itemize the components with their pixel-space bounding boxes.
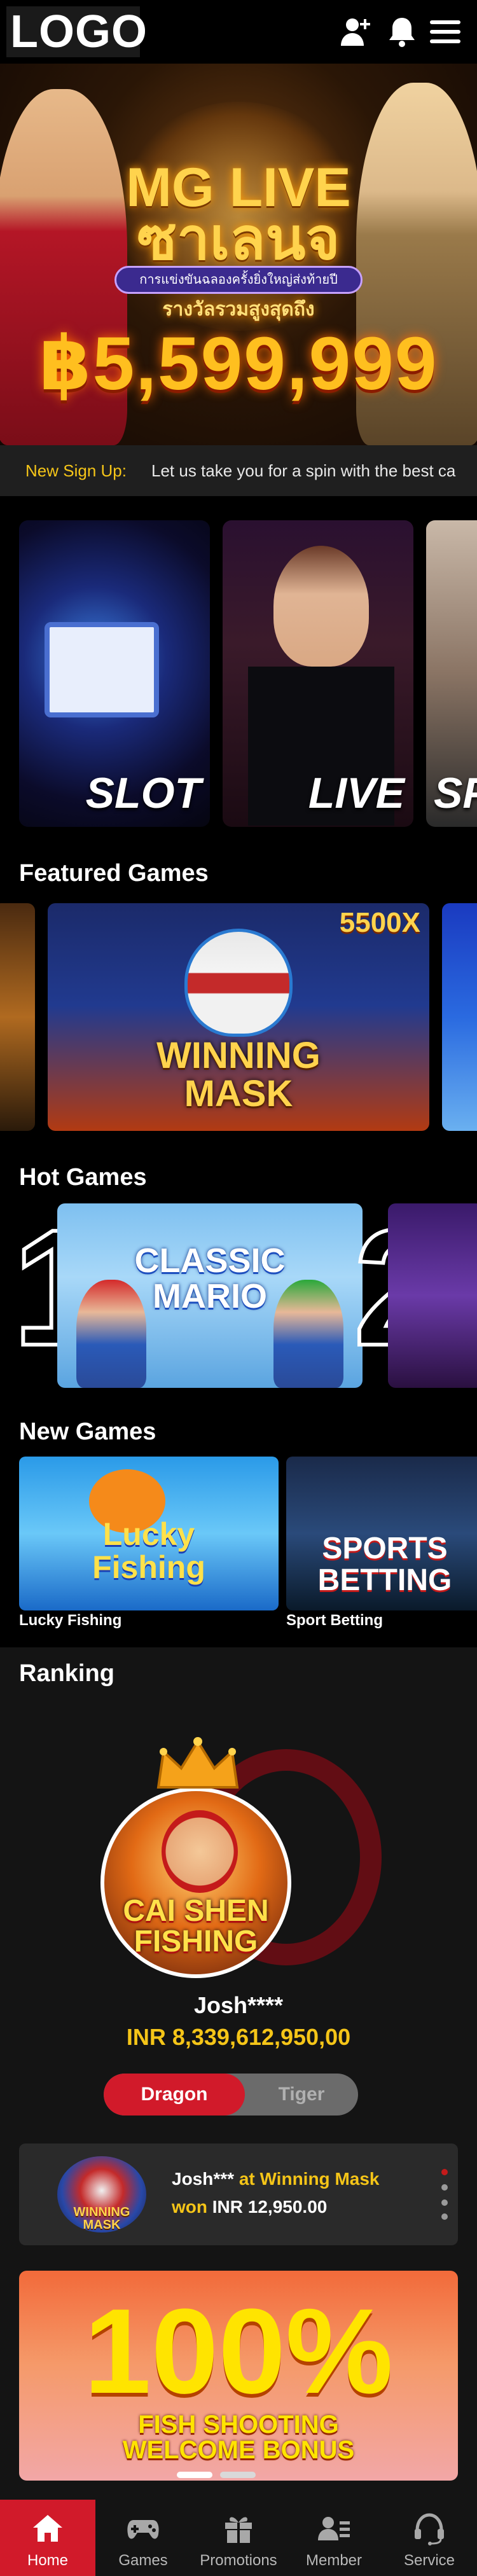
ranking-section: Ranking CAI SHEN FISHING Josh**** INR 8,… — [0, 1647, 477, 2500]
promo-banner[interactable]: 100% FISH SHOOTING WELCOME BONUS — [19, 2271, 458, 2481]
promo-line2: WELCOME BONUS — [122, 2436, 355, 2464]
featured-game-title-line1: WINNING — [156, 1035, 321, 1076]
hot-game-title: CLASSIC MARIO — [57, 1243, 363, 1314]
new-game-art-title: Lucky Fishing — [19, 1518, 279, 1584]
recent-win-won-label: won — [172, 2197, 207, 2217]
featured-game-title-line2: MASK — [184, 1073, 293, 1114]
recent-win-line1: Josh*** at Winning Mask — [172, 2169, 379, 2189]
home-icon — [33, 2515, 62, 2542]
category-tile-slot[interactable]: SLOT — [19, 520, 210, 827]
winner-amount: INR 8,339,612,950,00 — [126, 2024, 351, 2050]
new-game-sport-betting[interactable]: SPORTS BETTING — [286, 1457, 477, 1610]
gamepad-icon — [127, 2520, 159, 2539]
dragon-tiger-toggle[interactable]: Dragon Tiger — [104, 2074, 358, 2116]
recent-win-line2: won INR 12,950.00 — [172, 2197, 327, 2217]
recent-win-user: Josh*** — [172, 2169, 235, 2189]
hot-game-classic-mario[interactable]: CLASSIC MARIO — [57, 1203, 363, 1388]
new-game-label: Sport Betting — [286, 1612, 383, 1629]
nav-promotions[interactable]: Promotions — [191, 2500, 286, 2576]
new-game-art-line1: Lucky — [102, 1516, 195, 1552]
featured-game-winning-mask[interactable]: 5500X WINNING MASK — [48, 903, 429, 1131]
category-label: LIVE — [308, 769, 404, 817]
new-games-title: New Games — [19, 1418, 156, 1445]
nav-label: Member — [305, 2552, 363, 2569]
gift-icon — [225, 2517, 252, 2543]
caishen-art — [162, 1810, 238, 1893]
category-label: SP — [434, 769, 477, 817]
new-game-art-line1: SPORTS — [322, 1532, 448, 1565]
hot-game-second[interactable] — [388, 1203, 477, 1388]
more-options-icon[interactable] — [440, 2169, 449, 2220]
category-tile-sport[interactable]: SP — [426, 520, 477, 827]
top-header: LOGO — [0, 0, 477, 64]
marquee-label: New Sign Up: — [25, 461, 127, 480]
promo-subtitle: FISH SHOOTING WELCOME BONUS — [19, 2412, 458, 2463]
category-label: SLOT — [85, 769, 201, 817]
add-user-icon[interactable] — [338, 14, 374, 50]
promo-big-text: 100% — [84, 2284, 393, 2419]
winner-name: Josh**** — [193, 1992, 284, 2018]
new-game-lucky-fishing[interactable]: Lucky Fishing — [19, 1457, 279, 1610]
hot-game-title-line1: CLASSIC — [134, 1242, 286, 1280]
banner-subtitle: การแข่งขันฉลองครั้งยิ่งใหญ่ส่งท้ายปี — [114, 266, 363, 294]
slot-machine-art — [45, 622, 159, 717]
avatar-game-title-line1: CAI SHEN — [123, 1894, 269, 1928]
recent-win-card[interactable]: WINNING MASK Josh*** at Winning Mask won… — [19, 2143, 458, 2245]
nav-home[interactable]: Home — [0, 2500, 95, 2576]
nav-label: Home — [27, 2552, 69, 2569]
ranking-title: Ranking — [19, 1660, 114, 1687]
new-game-label: Lucky Fishing — [19, 1612, 122, 1629]
banner-prize-label: รางวัลรวมสูงสุดถึง — [162, 299, 315, 320]
hamburger-menu-icon[interactable] — [427, 14, 463, 50]
crown-icon — [156, 1737, 239, 1789]
bell-icon[interactable] — [384, 14, 420, 50]
banner-title-line2: ซาเลนจ — [137, 207, 340, 272]
nav-label: Service — [403, 2552, 455, 2569]
featured-game-title: WINNING MASK — [48, 1037, 429, 1113]
promo-dot-active[interactable] — [177, 2472, 212, 2478]
banner-amount: ฿5,599,999 — [39, 322, 438, 406]
winner-avatar: CAI SHEN FISHING — [100, 1787, 291, 1978]
marquee-text: Let us take you for a spin with the best… — [151, 461, 456, 480]
recent-win-game: at Winning Mask — [238, 2169, 380, 2189]
toggle-tiger[interactable]: Tiger — [245, 2074, 358, 2116]
nav-label: Promotions — [200, 2552, 277, 2569]
featured-game-next[interactable] — [442, 903, 477, 1131]
new-game-art-line2: Fishing — [92, 1549, 205, 1585]
promo-line1: FISH SHOOTING — [138, 2411, 339, 2439]
avatar-game-title: CAI SHEN FISHING — [104, 1896, 287, 1957]
avatar-game-title-line2: FISHING — [134, 1925, 258, 1958]
bottom-navigation: Home Games Promotions Member Service — [0, 2500, 477, 2576]
recent-win-amount: INR 12,950.00 — [212, 2197, 328, 2217]
featured-game-prev[interactable] — [0, 903, 35, 1131]
headset-icon — [415, 2513, 444, 2545]
nav-label: Games — [118, 2552, 168, 2569]
opera-mask-art — [184, 929, 293, 1037]
toggle-dragon[interactable]: Dragon — [104, 2074, 245, 2116]
hero-banner[interactable]: MG LIVE ซาเลนจ การแข่งขันฉลองครั้งยิ่งให… — [0, 64, 477, 445]
hot-games-title: Hot Games — [19, 1164, 147, 1191]
live-dealer-art — [273, 546, 369, 667]
nav-service[interactable]: Service — [382, 2500, 477, 2576]
featured-multiplier: 5500X — [339, 907, 420, 938]
category-tile-live[interactable]: LIVE — [223, 520, 413, 827]
nav-games[interactable]: Games — [95, 2500, 191, 2576]
site-logo[interactable]: LOGO — [6, 6, 147, 57]
featured-games-title: Featured Games — [19, 860, 209, 887]
promo-dot[interactable] — [220, 2472, 256, 2478]
nav-member[interactable]: Member — [286, 2500, 382, 2576]
hot-game-title-line2: MARIO — [153, 1277, 267, 1315]
recent-win-thumbnail: WINNING MASK — [57, 2156, 146, 2233]
new-game-art-title: SPORTS BETTING — [286, 1533, 477, 1596]
new-game-art-line2: BETTING — [317, 1563, 452, 1597]
recent-win-thumb-title: WINNING MASK — [73, 2205, 130, 2232]
member-card-icon — [318, 2517, 350, 2540]
announcement-marquee[interactable]: New Sign Up: Let us take you for a spin … — [0, 445, 477, 496]
